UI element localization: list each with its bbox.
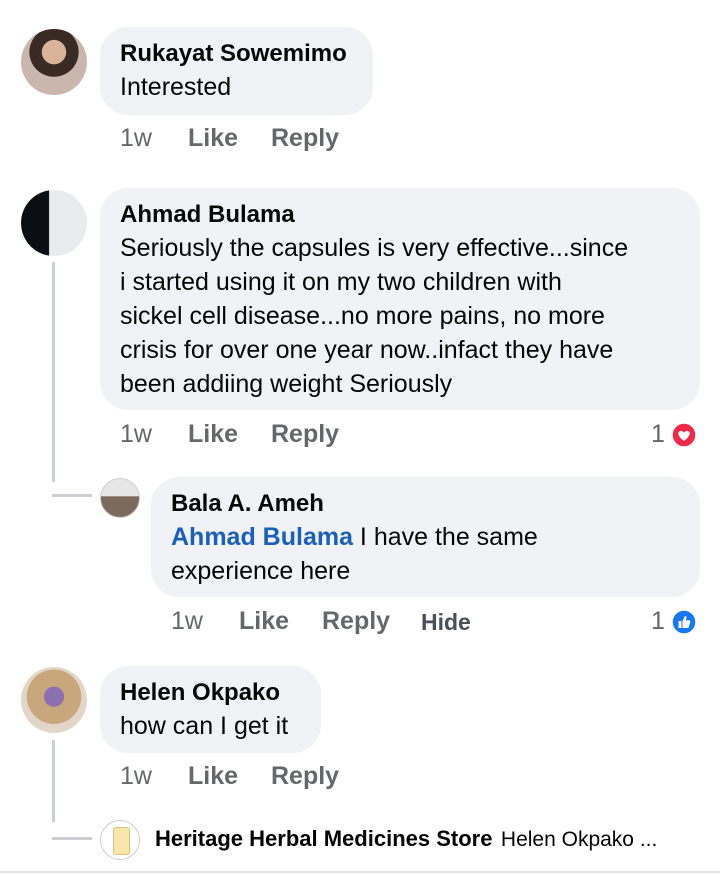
comment-text-fragment: I have the same	[352, 523, 538, 551]
thread-connector	[52, 472, 92, 497]
comment-text: how can I get it	[120, 712, 289, 740]
hide-button[interactable]: Hide	[421, 609, 471, 636]
avatar[interactable]	[100, 478, 140, 518]
like-button[interactable]: Like	[188, 420, 238, 449]
comment-text-line: experience here	[171, 557, 351, 585]
comment-text: Ahmad Bulama I have the same experience …	[171, 520, 700, 588]
thread-line	[52, 740, 55, 822]
comment-timestamp[interactable]: 1w	[120, 762, 152, 791]
thread-line	[52, 262, 55, 482]
product-image	[113, 827, 130, 855]
reply-preview[interactable]: Heritage Herbal Medicines Store Helen Ok…	[155, 826, 657, 852]
like-button[interactable]: Like	[188, 762, 238, 791]
comment-bubble: Helen Okpako how can I get it	[100, 666, 321, 753]
comment-timestamp[interactable]: 1w	[120, 420, 152, 449]
comment-text-line: i started using it on my two children wi…	[120, 268, 562, 296]
avatar[interactable]	[21, 667, 87, 733]
reaction-summary[interactable]: 1	[651, 420, 697, 449]
reply-button[interactable]: Reply	[322, 607, 390, 636]
comment-text: Interested	[120, 73, 232, 101]
like-button[interactable]: Like	[188, 124, 238, 153]
comment-text-line: Seriously the capsules is very effective…	[120, 234, 629, 262]
comment-text-line: sickel cell disease...no more pains, no …	[120, 302, 605, 330]
like-button[interactable]: Like	[239, 607, 289, 636]
reply-button[interactable]: Reply	[271, 124, 339, 153]
heart-reaction-icon	[671, 421, 697, 448]
comment-text-line: been addiing weight Seriously	[120, 370, 453, 398]
reaction-count: 1	[651, 420, 665, 448]
avatar[interactable]	[21, 29, 87, 95]
divider	[0, 871, 720, 873]
comment-bubble: Rukayat Sowemimo Interested	[100, 27, 373, 115]
comment-timestamp[interactable]: 1w	[171, 607, 203, 636]
comment-timestamp[interactable]: 1w	[120, 124, 152, 153]
comment-bubble: Bala A. Ameh Ahmad Bulama I have the sam…	[151, 477, 700, 597]
like-reaction-icon	[671, 608, 697, 635]
comment-author[interactable]: Ahmad Bulama	[120, 200, 700, 230]
comment-text-line: crisis for over one year now..infact the…	[120, 336, 614, 364]
reaction-count: 1	[651, 607, 665, 635]
comment-author[interactable]: Rukayat Sowemimo	[120, 39, 373, 69]
avatar[interactable]	[21, 190, 87, 256]
reply-button[interactable]: Reply	[271, 420, 339, 449]
comment-author[interactable]: Heritage Herbal Medicines Store	[155, 826, 492, 851]
avatar[interactable]	[100, 820, 140, 860]
reply-preview-text: Helen Okpako ...	[500, 828, 658, 851]
comment-bubble: Ahmad Bulama Seriously the capsules is v…	[100, 188, 700, 410]
comment-text: Seriously the capsules is very effective…	[120, 231, 700, 401]
comment-text-line: Ahmad Bulama I have the same	[171, 520, 700, 554]
thread-connector	[52, 815, 92, 840]
comment-author[interactable]: Helen Okpako	[120, 678, 321, 708]
comment-author[interactable]: Bala A. Ameh	[171, 489, 700, 519]
reply-button[interactable]: Reply	[271, 762, 339, 791]
reaction-summary[interactable]: 1	[651, 607, 697, 636]
mention-link[interactable]: Ahmad Bulama	[171, 523, 353, 551]
